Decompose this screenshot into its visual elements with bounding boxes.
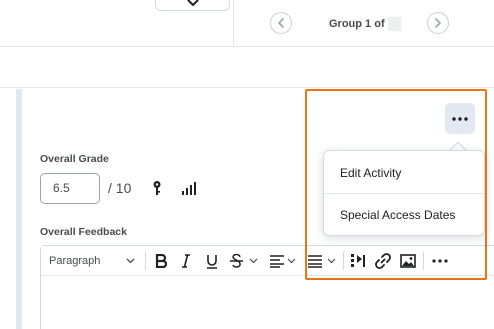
sub-header-band (0, 48, 494, 88)
toolbar-separator (423, 252, 424, 270)
collapse-dropdown-button[interactable] (155, 0, 230, 11)
stats-icon[interactable] (181, 181, 197, 195)
chevron-down-icon (126, 258, 135, 264)
chevron-down-icon (187, 0, 198, 6)
previous-group-button[interactable] (270, 12, 292, 34)
align-icon (270, 255, 296, 268)
bold-icon (155, 254, 167, 268)
insert-link-button[interactable] (372, 246, 394, 276)
more-actions-button[interactable] (445, 103, 475, 134)
align-button[interactable] (268, 246, 298, 276)
paragraph-format-select[interactable]: Paragraph (41, 246, 143, 276)
key-icon[interactable] (151, 180, 163, 196)
group-label-text: Group 1 of (329, 18, 385, 30)
more-horizontal-icon (452, 116, 468, 121)
bold-button[interactable] (151, 246, 171, 276)
chevron-right-icon (435, 18, 441, 28)
overall-feedback-label: Overall Feedback (40, 226, 127, 238)
more-actions-menu: Edit Activity Special Access Dates (323, 150, 485, 236)
italic-icon (182, 254, 190, 268)
insert-media-button[interactable] (347, 246, 369, 276)
menu-item-special-access-dates[interactable]: Special Access Dates (324, 194, 484, 235)
strikethrough-icon (230, 254, 258, 268)
grade-max-value: / 10 (108, 180, 132, 196)
italic-button[interactable] (176, 246, 196, 276)
chevron-left-icon (278, 18, 284, 28)
left-accent-bar (16, 89, 22, 329)
paragraph-format-label: Paragraph (49, 255, 101, 267)
underline-button[interactable] (201, 246, 223, 276)
toolbar-separator (343, 252, 344, 270)
list-icon (308, 255, 336, 268)
overall-grade-label: Overall Grade (40, 153, 109, 165)
more-icon (432, 259, 448, 263)
insert-image-button[interactable] (397, 246, 419, 276)
underline-icon (207, 254, 217, 269)
toolbar-more-button[interactable] (428, 246, 452, 276)
link-icon (375, 253, 391, 269)
strikethrough-button[interactable] (227, 246, 261, 276)
image-icon (400, 254, 416, 268)
menu-item-edit-activity[interactable]: Edit Activity (324, 153, 484, 194)
top-navigation-bar: Group 1 of (0, 0, 494, 47)
overall-grade-input[interactable]: 6.5 (40, 173, 100, 204)
toolbar-separator (145, 252, 146, 270)
group-indicator: Group 1 of (329, 17, 402, 31)
insert-media-icon (351, 254, 365, 267)
editor-toolbar: Paragraph (41, 246, 494, 276)
top-divider (233, 0, 234, 47)
list-button[interactable] (305, 246, 339, 276)
group-count-placeholder (387, 17, 402, 31)
next-group-button[interactable] (427, 12, 449, 34)
